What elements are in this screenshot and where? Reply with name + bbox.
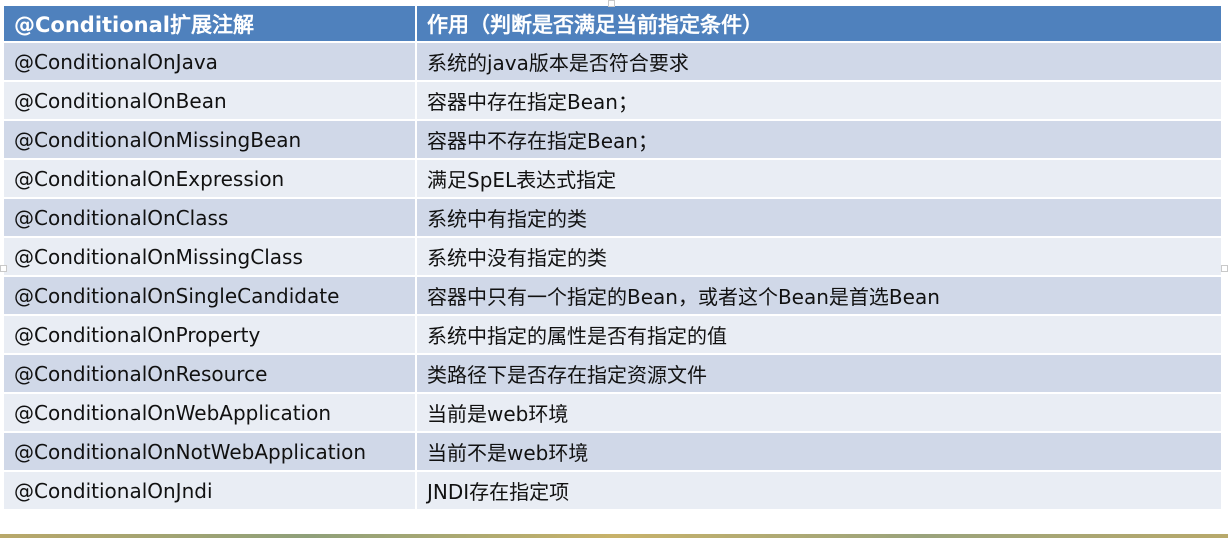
table-row: @ConditionalOnClass 系统中有指定的类 [2,197,1223,238]
purpose-cell: 容器中存在指定Bean； [415,80,1223,121]
table-row: @ConditionalOnProperty 系统中指定的属性是否有指定的值 [2,314,1223,355]
table-row: @ConditionalOnMissingBean 容器中不存在指定Bean； [2,119,1223,160]
annotation-cell: @ConditionalOnProperty [2,314,417,355]
table-row: @ConditionalOnBean 容器中存在指定Bean； [2,80,1223,121]
table-row: @ConditionalOnJndi JNDI存在指定项 [2,470,1223,511]
annotation-cell: @ConditionalOnClass [2,197,417,238]
annotation-cell: @ConditionalOnSingleCandidate [2,275,417,316]
selection-handle-right[interactable] [1221,265,1228,272]
purpose-cell: 容器中只有一个指定的Bean，或者这个Bean是首选Bean [415,275,1223,316]
table-row: @ConditionalOnExpression 满足SpEL表达式指定 [2,158,1223,199]
table-row: @ConditionalOnJava 系统的java版本是否符合要求 [2,41,1223,82]
purpose-cell: 系统的java版本是否符合要求 [415,41,1223,82]
purpose-cell: 容器中不存在指定Bean； [415,119,1223,160]
purpose-cell: 系统中有指定的类 [415,197,1223,238]
table-row: @ConditionalOnMissingClass 系统中没有指定的类 [2,236,1223,277]
annotation-cell: @ConditionalOnWebApplication [2,392,417,433]
header-purpose: 作用（判断是否满足当前指定条件） [415,4,1223,43]
table-row: @ConditionalOnNotWebApplication 当前不是web环境 [2,431,1223,472]
slide-canvas: @Conditional扩展注解 作用（判断是否满足当前指定条件） @Condi… [0,0,1228,538]
annotation-cell: @ConditionalOnMissingClass [2,236,417,277]
purpose-cell: 类路径下是否存在指定资源文件 [415,353,1223,394]
annotation-cell: @ConditionalOnResource [2,353,417,394]
annotation-cell: @ConditionalOnNotWebApplication [2,431,417,472]
purpose-cell: 当前不是web环境 [415,431,1223,472]
purpose-cell: JNDI存在指定项 [415,470,1223,511]
annotation-cell: @ConditionalOnMissingBean [2,119,417,160]
annotation-cell: @ConditionalOnJava [2,41,417,82]
selection-handle-top[interactable] [608,0,615,7]
annotation-cell: @ConditionalOnExpression [2,158,417,199]
header-annotation: @Conditional扩展注解 [2,4,417,43]
table-body: @ConditionalOnJava 系统的java版本是否符合要求 @Condit… [2,41,1223,511]
purpose-cell: 满足SpEL表达式指定 [415,158,1223,199]
selection-handle-left[interactable] [0,265,7,272]
annotation-cell: @ConditionalOnJndi [2,470,417,511]
purpose-cell: 系统中没有指定的类 [415,236,1223,277]
background-strip [0,534,1228,538]
annotation-cell: @ConditionalOnBean [2,80,417,121]
purpose-cell: 系统中指定的属性是否有指定的值 [415,314,1223,355]
table-row: @ConditionalOnWebApplication 当前是web环境 [2,392,1223,433]
table-row: @ConditionalOnSingleCandidate 容器中只有一个指定的B… [2,275,1223,316]
table-row: @ConditionalOnResource 类路径下是否存在指定资源文件 [2,353,1223,394]
purpose-cell: 当前是web环境 [415,392,1223,433]
conditional-annotations-table: @Conditional扩展注解 作用（判断是否满足当前指定条件） @Condi… [2,4,1223,511]
table-header-row: @Conditional扩展注解 作用（判断是否满足当前指定条件） [2,4,1223,43]
